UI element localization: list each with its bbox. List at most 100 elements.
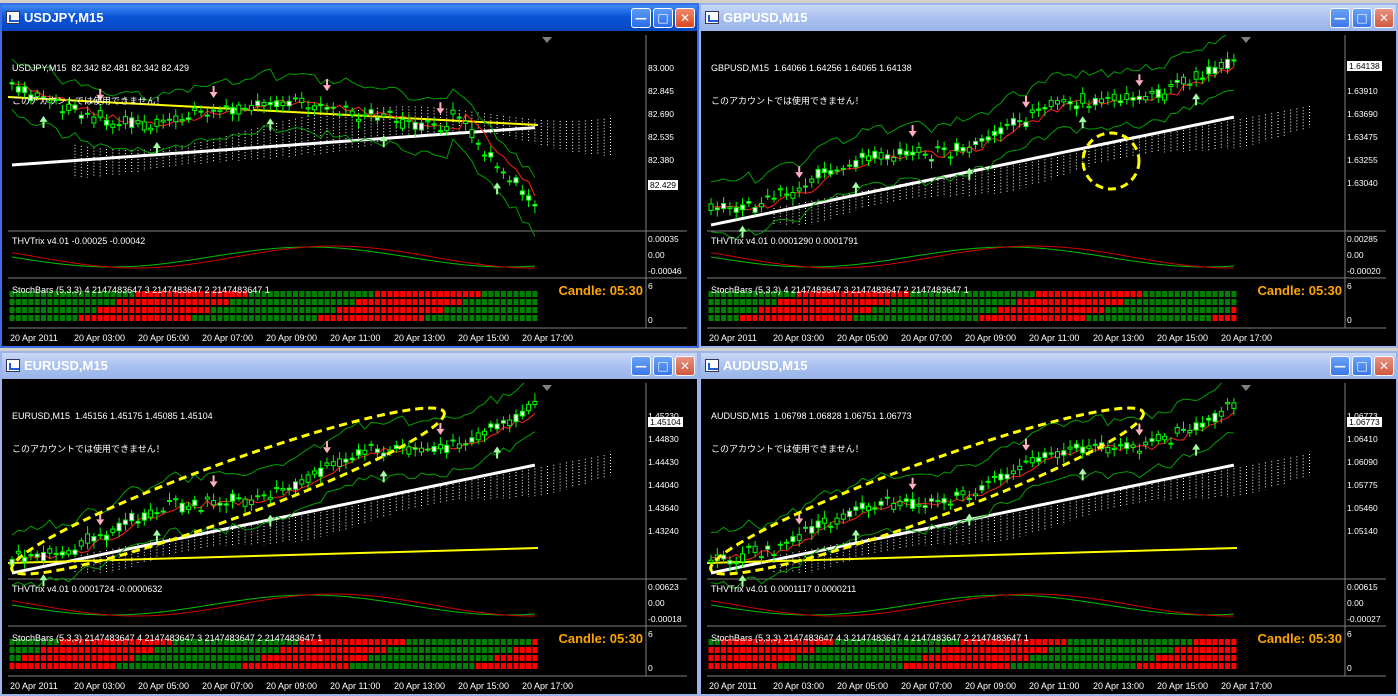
stoch-cell [1111,655,1117,661]
stoch-cell [116,663,122,669]
candle-body [261,101,267,106]
sell-arrow [1022,444,1030,451]
stoch-cell [431,307,437,313]
stoch-cell [122,663,128,669]
maximize-button[interactable]: □ [653,356,673,376]
candle-body [784,541,790,544]
stoch-cell [167,663,172,669]
stoch-cell [922,315,928,321]
minimize-button[interactable]: — [1330,8,1350,28]
window-titlebar[interactable]: GBPUSD,M15 — □ ✕ [701,5,1396,31]
candle-body [979,138,985,142]
minimize-button[interactable]: — [631,356,651,376]
chart-window-gbpusd[interactable]: GBPUSD,M15 — □ ✕ GBPUSD,M15 1.64066 1.64… [699,3,1398,348]
candle-body [356,449,361,456]
chart-area[interactable]: USDJPY,M15 82.342 82.481 82.342 82.429 こ… [8,35,687,346]
chart-area[interactable]: EURUSD,M15 1.45156 1.45175 1.45085 1.451… [8,383,687,694]
chart-area[interactable]: GBPUSD,M15 1.64066 1.64256 1.64065 1.641… [707,35,1386,346]
maximize-button[interactable]: □ [1352,356,1372,376]
stoch-cell [1136,307,1142,313]
close-button[interactable]: ✕ [675,8,695,28]
chart-area[interactable]: AUDUSD,M15 1.06798 1.06828 1.06751 1.067… [707,383,1386,694]
stoch-cell [41,299,46,305]
stoch-cell [311,647,317,653]
chart-window-eurusd[interactable]: EURUSD,M15 — □ ✕ EURUSD,M15 1.45156 1.45… [0,351,699,696]
chart-window-usdjpy[interactable]: USDJPY,M15 — □ ✕ USDJPY,M15 82.342 82.48… [0,3,699,348]
stoch-cell [973,307,979,313]
stoch-cell [154,299,160,305]
stoch-cell [947,307,953,313]
stoch-cell [419,307,424,313]
maximize-button[interactable]: □ [653,8,673,28]
candle-body [714,207,720,211]
stoch-cell [532,315,538,321]
candle-body [777,543,783,546]
stoch-cell [274,299,280,305]
stoch-cell [1067,663,1073,669]
price-scale-label: 1.44430 [648,457,679,467]
stoch-cell [708,655,714,661]
stoch-cell [1206,655,1212,661]
window-titlebar[interactable]: EURUSD,M15 — □ ✕ [2,353,697,379]
close-button[interactable]: ✕ [675,356,695,376]
stoch-cell [840,315,846,321]
stoch-scale-label: 0 [648,315,653,325]
stoch-cell [1143,307,1149,313]
minimize-button[interactable]: — [1330,356,1350,376]
stoch-cell [412,299,418,305]
candle-body [1055,451,1060,459]
stoch-cell [179,655,185,661]
candle-body [834,517,840,525]
stoch-cell [72,655,78,661]
stoch-cell [78,655,84,661]
candle-body [318,103,324,107]
stoch-cell [47,299,53,305]
stoch-cell [185,299,191,305]
stoch-cell [349,639,355,645]
stoch-cell [796,647,802,653]
price-scale-label: 1.05460 [1347,503,1378,513]
candle-body [381,452,387,457]
stoch-cell [311,291,317,297]
window-titlebar[interactable]: AUDUSD,M15 — □ ✕ [701,353,1396,379]
stoch-cell [1023,663,1029,669]
candle-body [463,443,469,446]
stoch-cell [236,315,242,321]
chart-window-audusd[interactable]: AUDUSD,M15 — □ ✕ AUDUSD,M15 1.06798 1.06… [699,351,1398,696]
stoch-cell [356,639,361,645]
stoch-cell [1199,647,1205,653]
stoch-cell [299,307,305,313]
sell-arrow [795,518,804,525]
window-titlebar[interactable]: USDJPY,M15 — □ ✕ [2,5,697,31]
candle-body [255,495,261,498]
time-axis-label: 20 Apr 05:00 [138,333,190,343]
stoch-cell [1174,647,1180,653]
stoch-cell [1048,663,1054,669]
stoch-cell [198,315,204,321]
stoch-cell [1029,315,1035,321]
stoch-cell [891,315,897,321]
stoch-cell [796,315,802,321]
stoch-cell [47,647,53,653]
stoch-cell [444,291,450,297]
stoch-cell [752,299,758,305]
stoch-cell [217,663,223,669]
stoch-cell [815,299,821,305]
trix-indicator-label: THVTrix v4.01 -0.00025 -0.00042 [12,236,146,246]
stoch-cell [66,299,72,305]
maximize-button[interactable]: □ [1352,8,1372,28]
time-axis-label: 20 Apr 11:00 [330,333,381,343]
stoch-cell [828,299,834,305]
close-button[interactable]: ✕ [1374,356,1394,376]
candle-body [935,499,941,503]
stoch-cell [1231,639,1237,645]
stoch-cell [299,663,305,669]
stoch-cell [998,299,1004,305]
stoch-cell [28,647,34,653]
close-button[interactable]: ✕ [1374,8,1394,28]
stoch-cell [337,299,343,305]
stoch-cell [204,307,210,313]
stoch-cell [891,655,897,661]
minimize-button[interactable]: — [631,8,651,28]
sell-arrow [1022,101,1030,108]
